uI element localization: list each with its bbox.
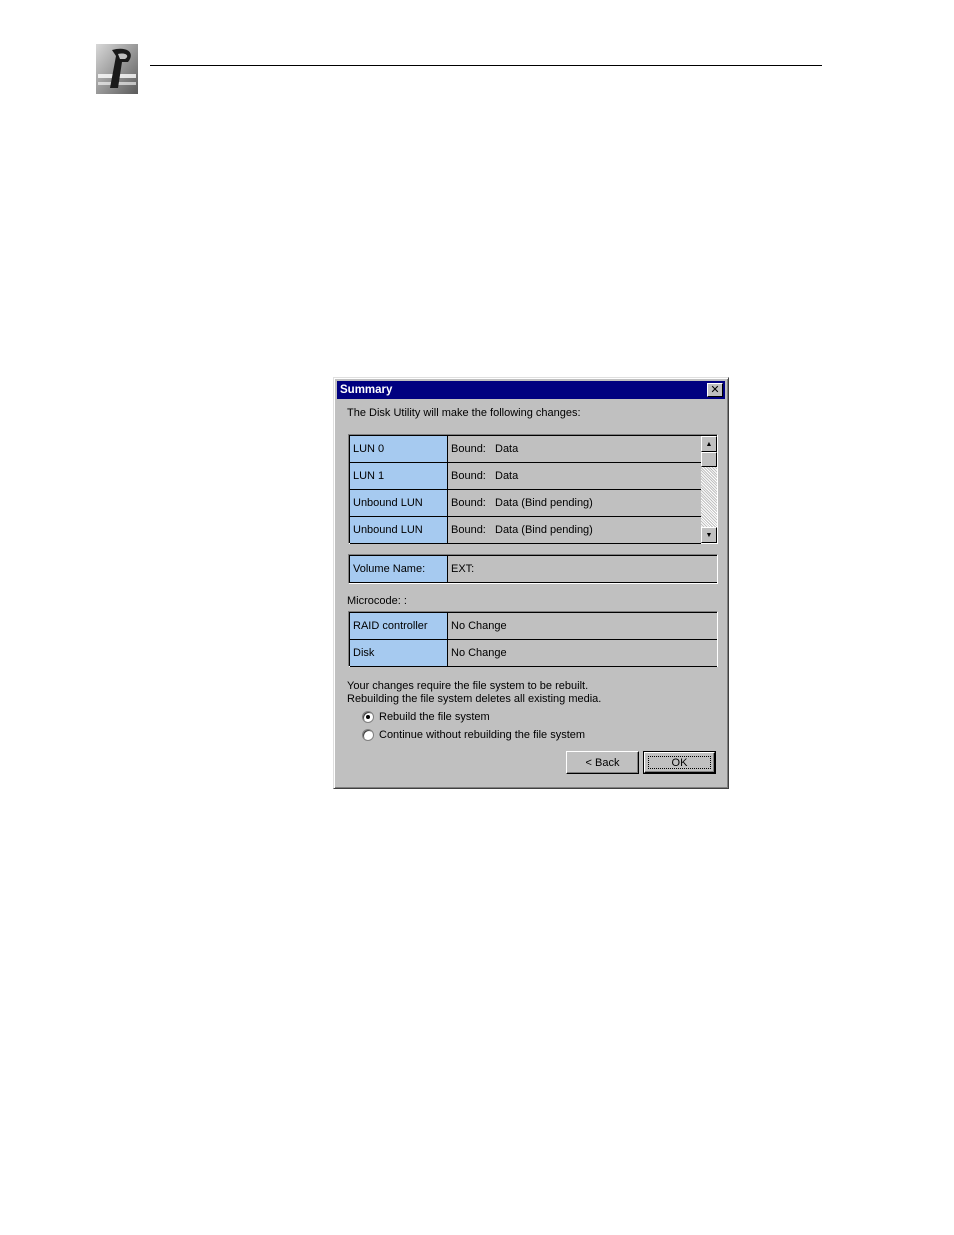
table-row[interactable]: LUN 0 Bound: Data bbox=[350, 436, 701, 463]
lun-label: Unbound LUN bbox=[350, 517, 448, 544]
volume-label: Volume Name: bbox=[350, 556, 448, 583]
radio-unchecked-icon[interactable] bbox=[362, 729, 374, 741]
microcode-value: No Change bbox=[448, 640, 717, 667]
lun-status: Bound: Data bbox=[448, 436, 701, 463]
header-rule bbox=[150, 65, 822, 66]
company-logo-icon bbox=[96, 44, 138, 94]
radio-rebuild[interactable]: Rebuild the file system bbox=[362, 711, 490, 723]
lun-value: Data (Bind pending) bbox=[495, 497, 593, 509]
lun-value: Data (Bind pending) bbox=[495, 524, 593, 536]
lun-status: Bound: Data bbox=[448, 463, 701, 490]
back-button[interactable]: < Back bbox=[566, 751, 639, 774]
lun-label: LUN 1 bbox=[350, 463, 448, 490]
lun-label: Unbound LUN bbox=[350, 490, 448, 517]
lun-label: LUN 0 bbox=[350, 436, 448, 463]
microcode-heading: Microcode: : bbox=[347, 595, 407, 607]
close-icon: ✕ bbox=[710, 383, 720, 396]
lun-value: Data bbox=[495, 443, 519, 455]
intro-text: The Disk Utility will make the following… bbox=[347, 407, 581, 419]
back-button-label: < Back bbox=[585, 756, 620, 769]
summary-dialog: Summary ✕ The Disk Utility will make the… bbox=[333, 377, 729, 789]
close-button[interactable]: ✕ bbox=[707, 383, 723, 397]
volume-value: EXT: bbox=[448, 556, 717, 583]
table-row[interactable]: LUN 1 Bound: Data bbox=[350, 463, 701, 490]
lun-key: Bound: bbox=[451, 497, 486, 509]
microcode-label: RAID controller bbox=[350, 613, 448, 640]
microcode-label: Disk bbox=[350, 640, 448, 667]
focus-rect bbox=[648, 756, 711, 769]
warning-line-1: Your changes require the file system to … bbox=[347, 680, 589, 692]
table-row: Disk No Change bbox=[350, 640, 717, 667]
lun-status: Bound: Data (Bind pending) bbox=[448, 517, 701, 544]
table-row: RAID controller No Change bbox=[350, 613, 717, 640]
microcode-table: RAID controller No Change Disk No Change bbox=[348, 611, 718, 667]
volume-name-box: Volume Name: EXT: bbox=[348, 554, 718, 584]
lun-key: Bound: bbox=[451, 524, 486, 536]
volume-row: Volume Name: EXT: bbox=[350, 556, 717, 583]
dialog-titlebar[interactable]: Summary ✕ bbox=[337, 381, 725, 399]
scrollbar-thumb[interactable] bbox=[701, 452, 717, 467]
lun-value: Data bbox=[495, 470, 519, 482]
lun-status: Bound: Data (Bind pending) bbox=[448, 490, 701, 517]
lun-key: Bound: bbox=[451, 443, 486, 455]
lun-list[interactable]: LUN 0 Bound: Data LUN 1 Bound: Data Unbo… bbox=[348, 434, 718, 544]
radio-checked-icon[interactable] bbox=[362, 711, 374, 723]
table-row[interactable]: Unbound LUN Bound: Data (Bind pending) bbox=[350, 490, 701, 517]
vertical-scrollbar[interactable]: ▲ ▼ bbox=[701, 436, 717, 543]
lun-key: Bound: bbox=[451, 470, 486, 482]
ok-button[interactable]: OK bbox=[643, 751, 716, 774]
microcode-value: No Change bbox=[448, 613, 717, 640]
dialog-title: Summary bbox=[340, 384, 393, 396]
scroll-up-arrow-icon[interactable]: ▲ bbox=[701, 436, 717, 452]
radio-continue[interactable]: Continue without rebuilding the file sys… bbox=[362, 729, 585, 741]
scroll-down-arrow-icon[interactable]: ▼ bbox=[701, 527, 717, 543]
radio-rebuild-label: Rebuild the file system bbox=[379, 711, 490, 723]
table-row[interactable]: Unbound LUN Bound: Data (Bind pending) bbox=[350, 517, 701, 544]
radio-continue-label: Continue without rebuilding the file sys… bbox=[379, 729, 586, 741]
warning-line-2: Rebuilding the file system deletes all e… bbox=[347, 693, 602, 705]
